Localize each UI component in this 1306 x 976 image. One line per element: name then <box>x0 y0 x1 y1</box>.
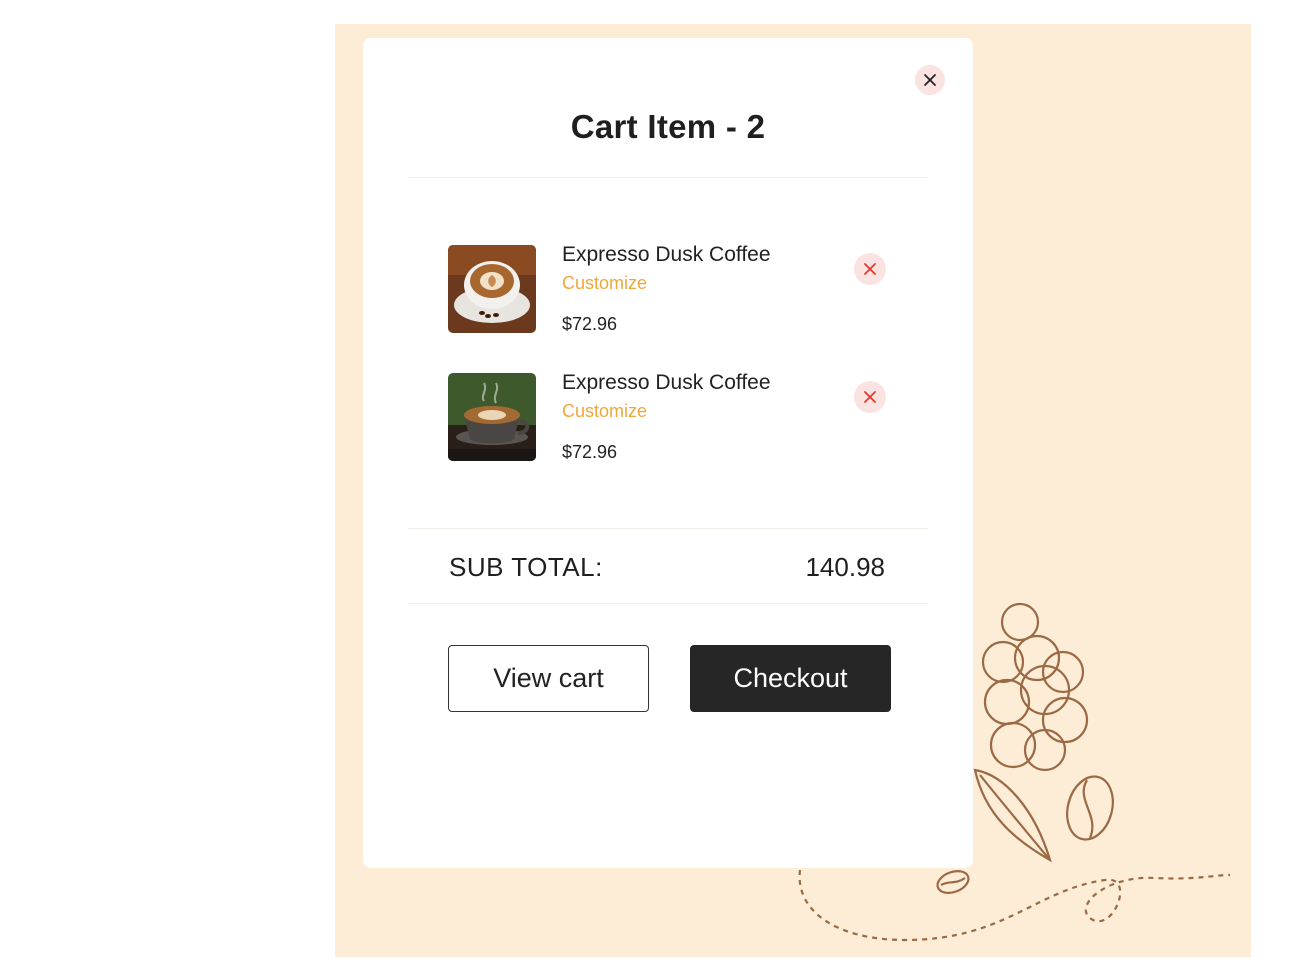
remove-item-button[interactable] <box>854 381 886 413</box>
subtotal-value: 140.98 <box>805 552 885 582</box>
cart-modal: Cart Item - 2 Expresso Dusk Coffee Custo… <box>363 38 973 868</box>
remove-icon <box>864 263 876 275</box>
subtotal-divider <box>408 603 928 604</box>
remove-item-button[interactable] <box>854 253 886 285</box>
item-name: Expresso Dusk Coffee <box>562 371 771 394</box>
coffee-cup-photo <box>448 373 536 461</box>
cart-item: Expresso Dusk Coffee Customize $72.96 <box>448 243 893 335</box>
cart-item: Expresso Dusk Coffee Customize $72.96 <box>448 371 893 463</box>
close-icon <box>924 74 936 86</box>
close-button[interactable] <box>915 65 945 95</box>
title-divider <box>408 177 928 178</box>
cart-title: Cart Item - 2 <box>570 108 766 145</box>
item-name: Expresso Dusk Coffee <box>562 243 771 266</box>
view-cart-button[interactable]: View cart <box>448 645 649 712</box>
checkout-button[interactable]: Checkout <box>690 645 891 712</box>
remove-icon <box>864 391 876 403</box>
item-price: $72.96 <box>562 314 618 334</box>
latte-cup-photo <box>448 245 536 333</box>
items-divider <box>408 528 928 529</box>
item-price: $72.96 <box>562 442 618 462</box>
customize-link[interactable]: Customize <box>562 273 647 294</box>
subtotal-label: SUB TOTAL: <box>449 552 603 582</box>
customize-link[interactable]: Customize <box>562 401 647 422</box>
